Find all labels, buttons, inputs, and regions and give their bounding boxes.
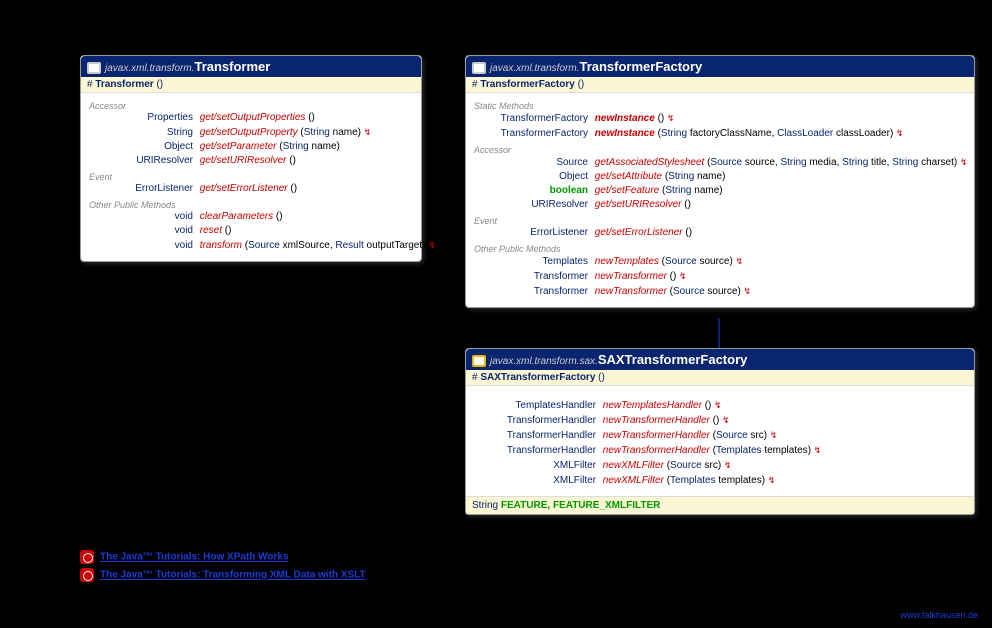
method-row: XMLFilter newXMLFilter (Templates templa… bbox=[474, 473, 966, 488]
method-row: Templates newTemplates (Source source) ↯ bbox=[474, 254, 966, 269]
method-row: ErrorListener get/setErrorListener () bbox=[474, 226, 966, 240]
link-xpath[interactable]: The Java™ Tutorials: How XPath Works bbox=[100, 552, 289, 563]
inheritance-connector bbox=[718, 318, 720, 350]
method-row: String get/setOutputProperty (String nam… bbox=[89, 125, 413, 140]
class-icon bbox=[472, 355, 486, 367]
members: Accessor Properties get/setOutputPropert… bbox=[81, 93, 421, 261]
method-row: TransformerFactory newInstance () ↯ bbox=[474, 111, 966, 126]
method-row: TransformerHandler newTransformerHandler… bbox=[474, 443, 966, 458]
method-row: void transform (Source xmlSource, Result… bbox=[89, 238, 413, 253]
constructor: # Transformer () bbox=[81, 77, 421, 93]
method-row: URIResolver get/setURIResolver () bbox=[89, 154, 413, 168]
header-transformer: javax.xml.transform.Transformer bbox=[81, 56, 421, 77]
link-row: The Java™ Tutorials: How XPath Works bbox=[80, 550, 366, 564]
method-row: TemplatesHandler newTemplatesHandler () … bbox=[474, 398, 966, 413]
class-icon bbox=[87, 62, 101, 74]
link-row: The Java™ Tutorials: Transforming XML Da… bbox=[80, 568, 366, 582]
link-xslt[interactable]: The Java™ Tutorials: Transforming XML Da… bbox=[100, 570, 366, 581]
class-box-saxtransformerfactory: javax.xml.transform.sax.SAXTransformerFa… bbox=[465, 348, 975, 515]
method-row: boolean get/setFeature (String name) bbox=[474, 184, 966, 198]
method-row: Transformer newTransformer (Source sourc… bbox=[474, 284, 966, 299]
constructor: # SAXTransformerFactory () bbox=[466, 370, 974, 386]
method-row: Object get/setAttribute (String name) bbox=[474, 170, 966, 184]
external-links: The Java™ Tutorials: How XPath Works The… bbox=[80, 546, 366, 586]
header-sax: javax.xml.transform.sax.SAXTransformerFa… bbox=[466, 349, 974, 370]
method-row: void clearParameters () bbox=[89, 210, 413, 224]
oracle-icon bbox=[80, 550, 94, 564]
class-box-transformer: javax.xml.transform.Transformer # Transf… bbox=[80, 55, 422, 262]
method-row: void reset () bbox=[89, 224, 413, 238]
method-row: TransformerFactory newInstance (String f… bbox=[474, 126, 966, 141]
method-row: XMLFilter newXMLFilter (Source src) ↯ bbox=[474, 458, 966, 473]
members: Static Methods TransformerFactory newIns… bbox=[466, 93, 974, 307]
credit-text: www.falkhausen.de bbox=[900, 610, 978, 620]
method-row: Transformer newTransformer () ↯ bbox=[474, 269, 966, 284]
method-row: URIResolver get/setURIResolver () bbox=[474, 198, 966, 212]
oracle-icon bbox=[80, 568, 94, 582]
method-row: TransformerHandler newTransformerHandler… bbox=[474, 428, 966, 443]
constants: String FEATURE, FEATURE_XMLFILTER bbox=[466, 496, 974, 514]
class-box-transformerfactory: javax.xml.transform.TransformerFactory #… bbox=[465, 55, 975, 308]
method-row: Source getAssociatedStylesheet (Source s… bbox=[474, 155, 966, 170]
constructor: # TransformerFactory () bbox=[466, 77, 974, 93]
method-row: ErrorListener get/setErrorListener () bbox=[89, 182, 413, 196]
header-factory: javax.xml.transform.TransformerFactory bbox=[466, 56, 974, 77]
class-icon bbox=[472, 62, 486, 74]
members: TemplatesHandler newTemplatesHandler () … bbox=[466, 386, 974, 496]
method-row: Object get/setParameter (String name) bbox=[89, 140, 413, 154]
method-row: Properties get/setOutputProperties () bbox=[89, 111, 413, 125]
method-row: TransformerHandler newTransformerHandler… bbox=[474, 413, 966, 428]
